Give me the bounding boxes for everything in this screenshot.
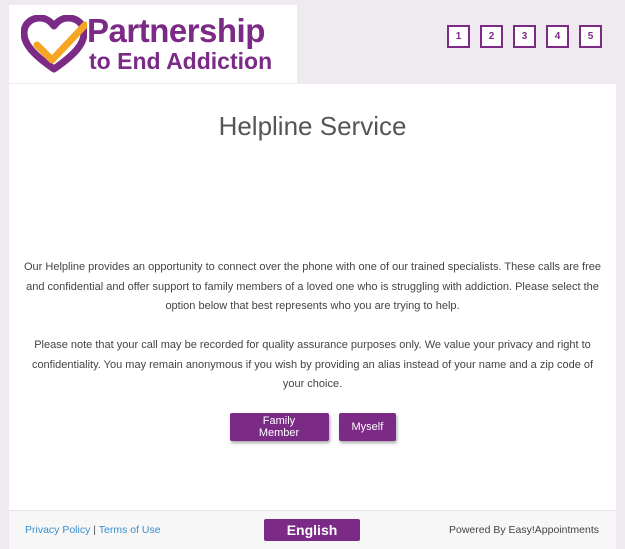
- step-4[interactable]: 4: [546, 25, 569, 48]
- main-panel: Helpline Service Our Helpline provides a…: [9, 84, 616, 510]
- page-title: Helpline Service: [218, 111, 407, 141]
- footer-links: Privacy Policy | Terms of Use: [25, 524, 161, 536]
- intro-paragraph: Our Helpline provides an opportunity to …: [23, 261, 602, 312]
- choice-buttons: Family Member Myself: [9, 413, 616, 441]
- logo[interactable]: Partnership to End Addiction: [9, 5, 297, 83]
- myself-button[interactable]: Myself: [338, 413, 396, 441]
- step-5[interactable]: 5: [579, 25, 602, 48]
- logo-text-line1: Partnership: [87, 12, 265, 49]
- footer-separator: |: [93, 524, 97, 536]
- privacy-policy-link[interactable]: Privacy Policy: [25, 524, 90, 536]
- terms-of-use-link[interactable]: Terms of Use: [99, 524, 161, 536]
- heart-check-logo-icon: [21, 15, 87, 73]
- step-2[interactable]: 2: [480, 25, 503, 48]
- step-1[interactable]: 1: [447, 25, 470, 48]
- language-button[interactable]: English: [264, 519, 360, 541]
- privacy-paragraph: Please note that your call may be record…: [31, 339, 594, 390]
- family-member-button[interactable]: Family Member: [229, 413, 329, 441]
- footer: Privacy Policy | Terms of Use English Po…: [9, 510, 616, 549]
- logo-text-line2: to End Addiction: [89, 48, 273, 74]
- step-indicator: 1 2 3 4 5: [447, 25, 602, 48]
- header: Partnership to End Addiction 1 2 3 4 5: [0, 0, 625, 84]
- step-3[interactable]: 3: [513, 25, 536, 48]
- powered-by-text: Powered By Easy!Appointments: [449, 524, 599, 536]
